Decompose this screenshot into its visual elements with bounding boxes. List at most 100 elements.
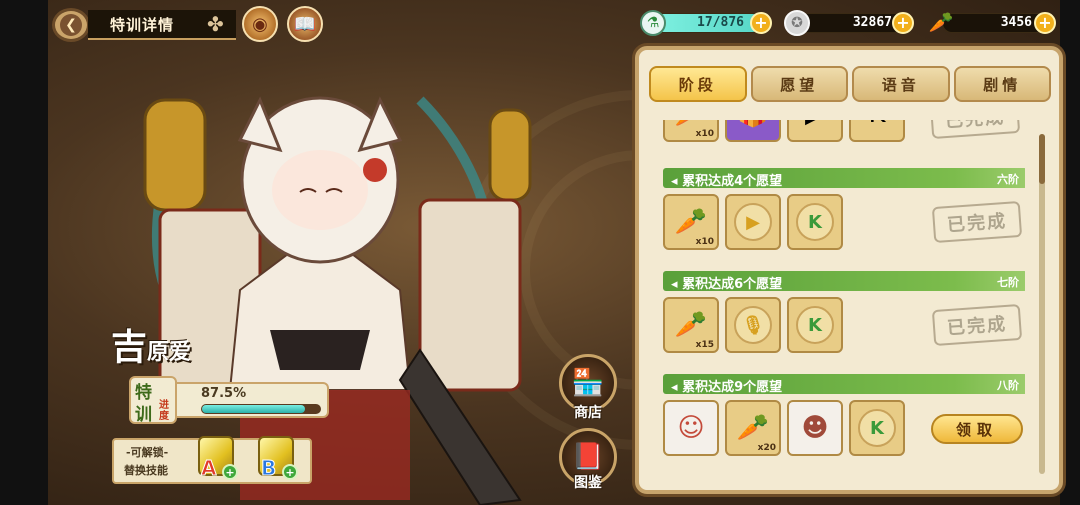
reward-count: x15 bbox=[695, 340, 714, 350]
stage-section: ◂ 累积达成6个愿望 七阶 🥕 x15 🎙 K 已完成 bbox=[663, 271, 1025, 371]
progress-tag: 特 训 进度 bbox=[129, 376, 177, 425]
stage-title: ◂ 累积达成4个愿望 bbox=[671, 174, 783, 189]
stage-title: ◂ 累积达成6个愿望 bbox=[671, 277, 783, 292]
tab-voice[interactable]: 语音 bbox=[852, 66, 950, 102]
stage-header: ◂ 累积达成9个愿望 八阶 bbox=[663, 374, 1025, 395]
plus-icon: + bbox=[222, 464, 238, 480]
stage-section: ◂ 累积达成4个愿望 六阶 🥕 x10 ▶ K 已完成 bbox=[663, 168, 1025, 268]
character-name-big: 吉 bbox=[111, 327, 148, 368]
plus-icon: + bbox=[282, 464, 298, 480]
character-name-small: 原爱 bbox=[147, 340, 192, 365]
carrot-counter: 🥕 3456 + bbox=[928, 10, 1063, 35]
k-badge-icon: K bbox=[796, 306, 834, 344]
shop-label: 商店 bbox=[574, 405, 602, 421]
right-letterbox bbox=[1060, 0, 1080, 505]
claim-button[interactable]: 领取 bbox=[931, 414, 1023, 444]
gallery-book-icon: 📕 bbox=[571, 442, 605, 472]
gallery-label: 图鉴 bbox=[574, 475, 602, 491]
scrollbar-thumb[interactable] bbox=[1039, 134, 1045, 184]
tab-bar: 阶段 愿望 语音 剧情 bbox=[649, 66, 1051, 106]
clover-icon: ✤ bbox=[207, 12, 224, 36]
progress-tag-char-3: 进度 bbox=[159, 400, 169, 422]
carrot-icon: 🥕 bbox=[928, 10, 954, 34]
reward-count: x10 bbox=[695, 129, 714, 139]
unlock-skill-panel: -可解锁- 替换技能 A + B + bbox=[112, 436, 312, 484]
add-stamina-button[interactable]: + bbox=[750, 12, 772, 34]
back-arrow-icon: ❮ bbox=[60, 14, 82, 36]
reward-item[interactable]: K bbox=[849, 400, 905, 456]
carrot-icon: 🥕 bbox=[736, 413, 770, 443]
book-icon[interactable]: 📖 bbox=[287, 6, 323, 42]
completed-stamp: 已完成 bbox=[931, 303, 1023, 347]
character-portrait-icon: ☺ bbox=[677, 413, 705, 443]
reward-count: x20 bbox=[757, 443, 776, 453]
carrot-icon: 🥕 bbox=[674, 310, 708, 340]
carrot-icon: 🥕 bbox=[674, 207, 708, 237]
reward-item[interactable]: K bbox=[849, 120, 905, 142]
skill-letter: B bbox=[260, 456, 277, 481]
play-icon: ▶ bbox=[805, 120, 825, 129]
progress-track bbox=[201, 404, 321, 414]
chibi-character-icon: ☻ bbox=[801, 413, 829, 443]
coin-value: 32867 bbox=[852, 15, 892, 30]
game-screen: ❮ 特训详情 ✤ ◉ 📖 ⚗ 17/876 + ✪ 32867 + 🥕 3456… bbox=[0, 0, 1080, 505]
add-coin-button[interactable]: + bbox=[892, 12, 914, 34]
reward-item[interactable]: 🥕 x20 bbox=[725, 400, 781, 456]
tab-wish[interactable]: 愿望 bbox=[750, 66, 848, 102]
potion-icon: ⚗ bbox=[640, 10, 666, 36]
stage-panel: 阶段 愿望 语音 剧情 🥕 x10 🎁 ▶ K 已完成 ◂ 累积达成4个愿望 六… bbox=[635, 46, 1063, 494]
progress-panel: 87.5% bbox=[175, 382, 329, 418]
stamina-counter: ⚗ 17/876 + bbox=[640, 10, 775, 36]
reward-item[interactable]: K bbox=[787, 194, 843, 250]
reward-item[interactable]: 🎁 bbox=[725, 120, 781, 142]
k-badge-icon: K bbox=[858, 409, 896, 447]
silver-coin-icon: ✪ bbox=[784, 10, 810, 36]
reward-item[interactable]: ▶ bbox=[725, 194, 781, 250]
progress-tag-char-2: 训 bbox=[135, 405, 152, 425]
stage-rank: 七阶 bbox=[997, 276, 1019, 289]
reward-count: x10 bbox=[695, 237, 714, 247]
k-badge-icon: K bbox=[796, 203, 834, 241]
reward-item[interactable]: ☺ bbox=[663, 400, 719, 456]
stage-list[interactable]: 🥕 x10 🎁 ▶ K 已完成 ◂ 累积达成4个愿望 六阶 🥕 x10 ▶ bbox=[663, 120, 1025, 490]
reward-item[interactable]: 🥕 x15 bbox=[663, 297, 719, 353]
play-icon: ▶ bbox=[734, 203, 772, 241]
gift-icon: 🎁 bbox=[737, 120, 769, 129]
tab-story[interactable]: 剧情 bbox=[953, 66, 1051, 102]
carrot-value: 3456 bbox=[1000, 15, 1032, 30]
carrot-icon: 🥕 bbox=[675, 120, 707, 129]
skill-a-button[interactable]: A + bbox=[198, 436, 238, 481]
page-title: 特训详情 bbox=[110, 15, 175, 34]
stage-title: ◂ 累积达成9个愿望 bbox=[671, 380, 783, 395]
back-button[interactable]: ❮ bbox=[52, 8, 90, 42]
skill-b-button[interactable]: B + bbox=[258, 436, 298, 481]
microphone-icon: 🎙 bbox=[734, 306, 772, 344]
scrollbar[interactable] bbox=[1039, 134, 1045, 474]
stage-header: ◂ 累积达成4个愿望 六阶 bbox=[663, 168, 1025, 189]
reward-item[interactable]: ▶ bbox=[787, 120, 843, 142]
shop-icon: 🏪 bbox=[571, 368, 605, 398]
unlock-label: -可解锁- bbox=[126, 446, 169, 459]
left-letterbox bbox=[0, 0, 48, 505]
completed-stamp: 已完成 bbox=[929, 120, 1021, 140]
reward-item[interactable]: 🥕 x10 bbox=[663, 120, 719, 142]
training-progress: 87.5% 特 训 进度 bbox=[129, 376, 329, 425]
eye-emblem-icon[interactable]: ◉ bbox=[242, 6, 278, 42]
progress-fill bbox=[202, 405, 306, 413]
character-name: 吉原爱 bbox=[111, 318, 191, 370]
reward-item[interactable]: K bbox=[787, 297, 843, 353]
progress-percent: 87.5% bbox=[201, 386, 247, 401]
reward-item[interactable]: 🥕 x10 bbox=[663, 194, 719, 250]
completed-stamp: 已完成 bbox=[931, 200, 1023, 244]
stage-rank: 六阶 bbox=[997, 173, 1019, 186]
tab-stage[interactable]: 阶段 bbox=[649, 66, 747, 102]
coin-counter: ✪ 32867 + bbox=[784, 10, 919, 36]
stage-section: ◂ 累积达成9个愿望 八阶 ☺ 🥕 x20 ☻ K 领取 bbox=[663, 374, 1025, 474]
reward-item[interactable]: 🎙 bbox=[725, 297, 781, 353]
replace-skill-label: 替换技能 bbox=[124, 464, 168, 477]
add-carrot-button[interactable]: + bbox=[1034, 12, 1056, 34]
k-badge-icon: K bbox=[868, 120, 885, 129]
reward-item[interactable]: ☻ bbox=[787, 400, 843, 456]
stage-rank: 八阶 bbox=[997, 379, 1019, 392]
skill-letter: A bbox=[200, 456, 217, 481]
